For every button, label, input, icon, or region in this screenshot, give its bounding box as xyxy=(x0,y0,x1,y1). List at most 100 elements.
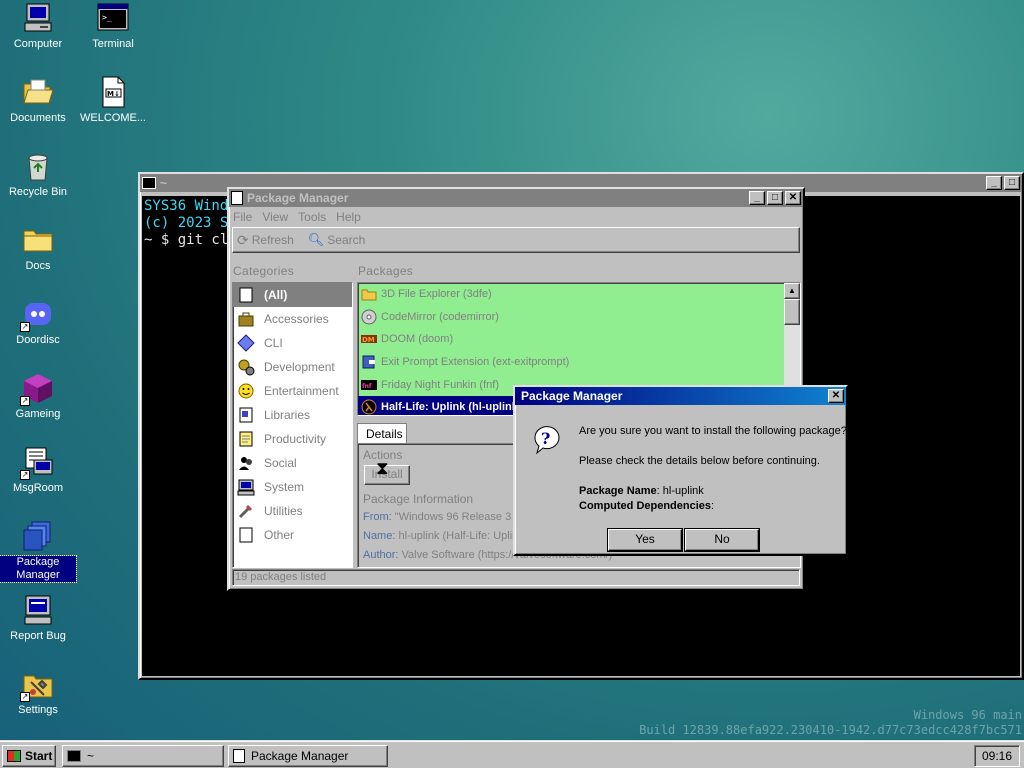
menu-file[interactable]: File xyxy=(233,210,252,224)
desktop-icon-settings[interactable]: ↗ Settings xyxy=(0,668,76,717)
desktop-icon-label: Terminal xyxy=(92,38,134,50)
question-icon: ? xyxy=(531,423,563,458)
computer-bug-icon xyxy=(22,594,54,626)
category-cli[interactable]: CLI xyxy=(233,331,352,355)
desktop-icon-docs[interactable]: Docs xyxy=(0,224,76,273)
desktop-icon-msgroom[interactable]: ↗ MsgRoom xyxy=(0,446,76,495)
desktop-icon-welcome[interactable]: M↓ WELCOME... xyxy=(75,76,151,125)
doom-icon: DM xyxy=(361,331,377,347)
gears-icon xyxy=(237,358,255,376)
svg-text:DM: DM xyxy=(362,336,375,344)
smiley-icon xyxy=(237,382,255,400)
close-button[interactable]: ✕ xyxy=(828,389,844,403)
category-other[interactable]: Other xyxy=(233,523,352,547)
close-button[interactable]: ✕ xyxy=(785,191,801,205)
package-item-3dfe[interactable]: 3D File Explorer (3dfe) xyxy=(358,283,800,306)
build-watermark-line2: Build 12839.88efa922.230410-1942.d77c73e… xyxy=(639,723,1022,737)
minimize-button[interactable]: _ xyxy=(986,176,1002,190)
package-icon xyxy=(233,749,245,763)
taskbar: Start ~ Package Manager 09:16 xyxy=(0,740,1024,768)
info-key: Author: xyxy=(363,549,399,561)
start-button[interactable]: Start xyxy=(2,745,56,767)
desktop-icon-gameing[interactable]: ↗ Gameing xyxy=(0,372,76,421)
category-productivity[interactable]: Productivity xyxy=(233,427,352,451)
category-social[interactable]: Social xyxy=(233,451,352,475)
confirm-install-dialog[interactable]: Package Manager ✕ ? Are you sure you wan… xyxy=(513,385,848,556)
package-name-row: Package Name: hl-uplink xyxy=(579,485,704,497)
windows-logo-icon xyxy=(7,750,21,762)
dialog-body: ? Are you sure you want to install the f… xyxy=(515,409,847,554)
no-button[interactable]: No xyxy=(685,529,759,551)
maximize-button[interactable]: □ xyxy=(1004,176,1020,190)
desktop-icon-computer[interactable]: Computer xyxy=(0,2,76,51)
menu-view[interactable]: View xyxy=(262,210,288,224)
search-label: Search xyxy=(327,233,366,247)
refresh-button[interactable]: ⟳ Refresh xyxy=(237,232,294,249)
minimize-button[interactable]: _ xyxy=(749,191,765,205)
package-label: 3D File Explorer (3dfe) xyxy=(381,288,492,301)
packages-header: Packages xyxy=(358,264,414,278)
categories-header: Categories xyxy=(233,264,295,278)
package-manager-titlebar[interactable]: Package Manager _ □ ✕ xyxy=(229,189,803,207)
category-development[interactable]: Development xyxy=(233,355,352,379)
dialog-titlebar[interactable]: Package Manager ✕ xyxy=(515,387,846,405)
scroll-up-button[interactable]: ▲ xyxy=(784,283,800,299)
people-icon xyxy=(237,454,255,472)
desktop-icon-doordisc[interactable]: ↗ Doordisc xyxy=(0,298,76,347)
desktop-icon-label: Recycle Bin xyxy=(8,186,68,198)
dialog-hint: Please check the details below before co… xyxy=(579,455,820,467)
yes-button[interactable]: Yes xyxy=(608,529,682,551)
category-label: Accessories xyxy=(264,312,329,326)
menu-bar: File View Tools Help xyxy=(229,207,803,227)
menu-tools[interactable]: Tools xyxy=(298,210,326,224)
exit-icon xyxy=(361,354,377,370)
desktop-icon-label: Doordisc xyxy=(16,334,60,346)
tab-details[interactable]: Details xyxy=(357,423,407,443)
category-label: (All) xyxy=(264,288,288,302)
system-clock: 09:16 xyxy=(974,745,1020,767)
svg-text:fnf: fnf xyxy=(362,383,372,390)
category-label: Social xyxy=(264,456,297,470)
search-icon: 🔍︎ xyxy=(307,232,325,247)
package-label: Exit Prompt Extension (ext-exitprompt) xyxy=(381,356,570,369)
refresh-label: Refresh xyxy=(251,233,294,247)
package-label: CodeMirror (codemirror) xyxy=(381,310,499,323)
desktop-icon-label: Settings xyxy=(18,704,58,716)
category-entertainment[interactable]: Entertainment xyxy=(233,379,352,403)
category-accessories[interactable]: Accessories xyxy=(233,307,352,331)
category-label: Libraries xyxy=(264,408,311,422)
discord-icon: ↗ xyxy=(20,298,54,332)
scroll-thumb[interactable] xyxy=(784,299,800,325)
info-row-name: Name: hl-uplink (Half-Life: Uplink... xyxy=(363,530,533,542)
category-label: Other xyxy=(264,528,295,542)
desktop-icon-recycle-bin[interactable]: Recycle Bin xyxy=(0,150,76,199)
taskbar-item-terminal[interactable]: ~ xyxy=(62,745,224,767)
build-watermark-line1: Windows 96 main xyxy=(913,708,1022,722)
desktop-icon-report-bug[interactable]: Report Bug xyxy=(0,594,76,643)
package-item-codemirror[interactable]: CodeMirror (codemirror) xyxy=(358,306,800,329)
desktop-icon-package-manager[interactable]: Package Manager xyxy=(0,520,77,583)
info-key: From: xyxy=(363,511,392,523)
category-label: Productivity xyxy=(264,432,327,446)
desktop-icon-terminal[interactable]: >_ Terminal xyxy=(75,2,151,51)
halflife-icon xyxy=(361,399,377,415)
desktop-icon-documents[interactable]: Documents xyxy=(0,76,76,125)
category-utilities[interactable]: Utilities xyxy=(233,499,352,523)
cube-icon: ↗ xyxy=(20,372,54,406)
markdown-file-icon: M↓ xyxy=(97,76,129,108)
status-bar: 19 packages listed xyxy=(232,569,800,586)
category-system[interactable]: System xyxy=(233,475,352,499)
maximize-button[interactable]: □ xyxy=(767,191,783,205)
category-all[interactable]: (All) xyxy=(233,283,352,307)
category-libraries[interactable]: Libraries xyxy=(233,403,352,427)
dependencies-value: : xyxy=(711,500,715,512)
svg-text:>_: >_ xyxy=(102,13,112,22)
package-item-exitprompt[interactable]: Exit Prompt Extension (ext-exitprompt) xyxy=(358,351,800,374)
taskbar-item-label: Package Manager xyxy=(251,749,349,763)
package-item-doom[interactable]: DM DOOM (doom) xyxy=(358,328,800,351)
taskbar-item-package-manager[interactable]: Package Manager xyxy=(228,745,388,767)
menu-help[interactable]: Help xyxy=(336,210,361,224)
desktop-icon-label: Documents xyxy=(10,112,66,124)
svg-text:?: ? xyxy=(541,429,550,448)
search-button[interactable]: 🔍︎ Search xyxy=(308,232,366,248)
